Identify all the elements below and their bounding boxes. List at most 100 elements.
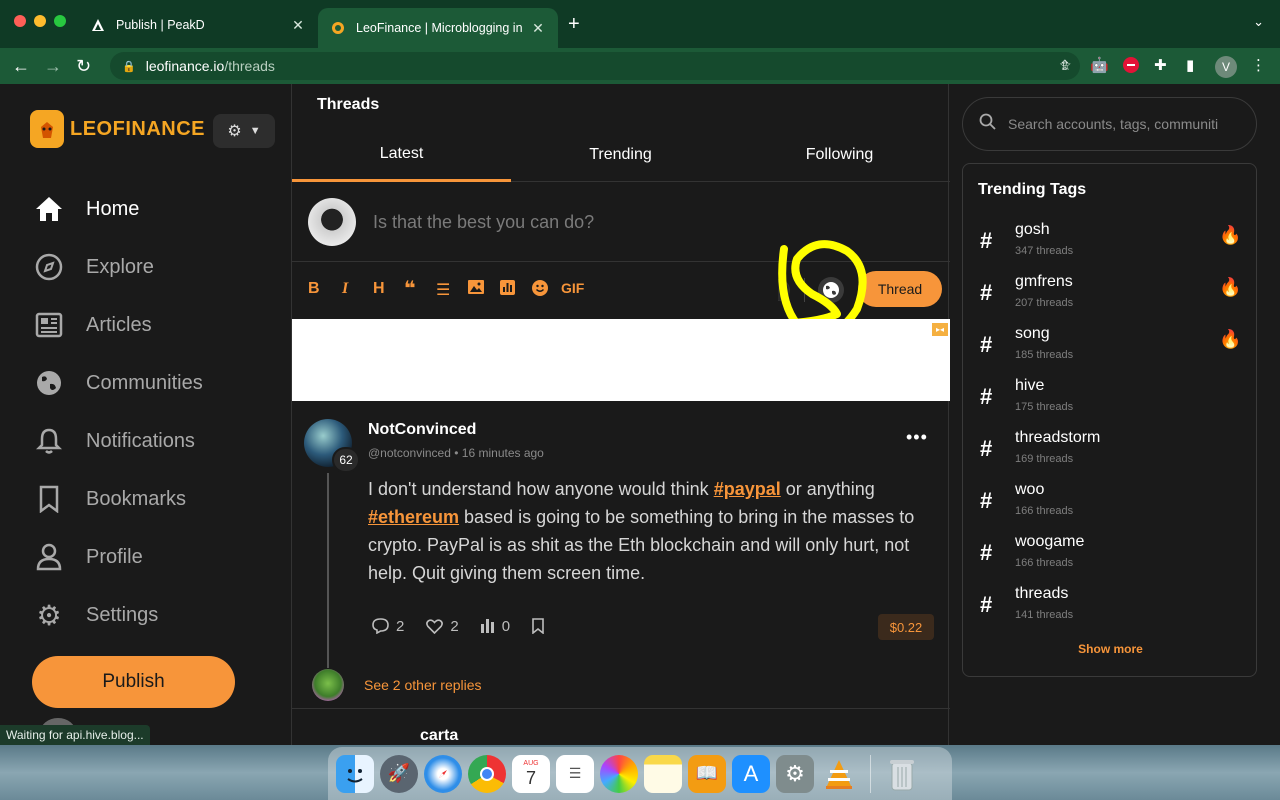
launchpad-icon[interactable]: 🚀 bbox=[380, 754, 418, 793]
tag-count: 141 threads bbox=[1015, 609, 1074, 621]
gif-button[interactable]: GIF bbox=[561, 280, 584, 296]
sidebar-item-bookmarks[interactable]: Bookmarks bbox=[33, 479, 186, 519]
like-button[interactable]: 2 bbox=[426, 618, 459, 635]
payout-badge[interactable]: $0.22 bbox=[878, 614, 934, 640]
calendar-icon[interactable]: AUG 7 bbox=[512, 754, 550, 793]
photos-icon[interactable] bbox=[600, 754, 638, 793]
forward-arrow-icon[interactable]: → bbox=[44, 54, 62, 78]
hashtag-icon: # bbox=[980, 280, 993, 305]
lion-logo-icon bbox=[30, 110, 64, 148]
tag-count: 175 threads bbox=[1015, 401, 1074, 413]
ad-banner[interactable]: ▸◂ bbox=[292, 319, 950, 401]
address-bar[interactable]: 🔒 leofinance.io/threads ⇪ ☆ bbox=[110, 52, 1080, 80]
trending-tag-item[interactable]: # gosh 347 threads 🔥 bbox=[963, 221, 1258, 273]
close-tab-icon[interactable]: ✕ bbox=[290, 17, 306, 34]
sidebar-item-articles[interactable]: Articles bbox=[33, 305, 152, 345]
list-icon[interactable]: ☰ bbox=[436, 280, 450, 300]
trending-tag-item[interactable]: # hive 175 threads bbox=[963, 377, 1258, 429]
sidebar-item-notifications[interactable]: Notifications bbox=[33, 421, 195, 461]
chrome-icon[interactable] bbox=[468, 754, 506, 793]
tab-publish-peakd[interactable]: Publish | PeakD ✕ bbox=[78, 8, 318, 42]
trending-tag-item[interactable]: # threads 141 threads bbox=[963, 585, 1258, 637]
back-arrow-icon[interactable]: ← bbox=[12, 54, 30, 78]
sidebar-item-profile[interactable]: Profile bbox=[33, 537, 143, 577]
safari-icon[interactable] bbox=[424, 754, 462, 793]
tab-leofinance[interactable]: LeoFinance | Microblogging in ✕ bbox=[318, 8, 558, 48]
minimize-window-button[interactable] bbox=[34, 15, 46, 27]
reload-icon[interactable]: ↻ bbox=[76, 54, 91, 78]
tag-name: song bbox=[1015, 325, 1050, 342]
trending-tag-item[interactable]: # song 185 threads 🔥 bbox=[963, 325, 1258, 377]
search-input[interactable]: Search accounts, tags, communiti bbox=[962, 97, 1257, 151]
poll-icon[interactable] bbox=[500, 280, 515, 300]
extension-hive-keychain-icon[interactable] bbox=[1122, 56, 1140, 78]
theme-settings-dropdown[interactable]: ⚙ ▼ bbox=[213, 114, 275, 148]
see-replies-link[interactable]: See 2 other replies bbox=[364, 677, 482, 693]
hashtag-link[interactable]: #paypal bbox=[714, 479, 781, 499]
bookmark-post-button[interactable] bbox=[532, 618, 544, 634]
trending-tag-item[interactable]: # gmfrens 207 threads 🔥 bbox=[963, 273, 1258, 325]
thread-submit-button[interactable]: Thread bbox=[858, 271, 942, 307]
author-name[interactable]: NotConvinced bbox=[368, 421, 476, 439]
sidebar-item-settings[interactable]: ⚙ Settings bbox=[33, 595, 158, 635]
bold-button[interactable]: B bbox=[308, 280, 320, 298]
new-tab-button[interactable]: + bbox=[568, 13, 580, 36]
extensions-puzzle-icon[interactable]: ✚ bbox=[1154, 56, 1167, 74]
tag-name: threads bbox=[1015, 585, 1069, 602]
author-handle[interactable]: @notconvinced bbox=[368, 446, 451, 460]
heart-icon bbox=[426, 618, 444, 634]
logo-text: LEOFINANCE bbox=[70, 117, 205, 140]
trending-tag-item[interactable]: # woogame 166 threads bbox=[963, 533, 1258, 585]
bookmark-icon bbox=[532, 618, 544, 634]
tag-name: gosh bbox=[1015, 221, 1050, 238]
zoom-window-button[interactable] bbox=[54, 15, 66, 27]
tag-name: woo bbox=[1015, 481, 1045, 498]
sidebar-item-label: Articles bbox=[86, 313, 152, 336]
trash-icon[interactable] bbox=[883, 755, 921, 793]
side-panel-icon[interactable]: ▮ bbox=[1186, 56, 1194, 74]
gear-icon: ⚙ bbox=[227, 123, 242, 140]
sidebar-item-home[interactable]: Home bbox=[33, 189, 139, 229]
books-icon[interactable]: 📖 bbox=[688, 754, 726, 793]
vlc-icon[interactable] bbox=[820, 755, 858, 793]
sidebar-item-communities[interactable]: Communities bbox=[33, 363, 203, 403]
show-more-link[interactable]: Show more bbox=[963, 642, 1258, 656]
hashtag-link[interactable]: #ethereum bbox=[368, 507, 459, 527]
trending-tags-card: Trending Tags # gosh 347 threads 🔥 # gmf… bbox=[962, 163, 1257, 677]
reply-avatar[interactable] bbox=[312, 669, 344, 701]
tab-following[interactable]: Following bbox=[730, 128, 949, 182]
leofinance-logo[interactable]: LEOFINANCE bbox=[30, 110, 205, 148]
comment-button[interactable]: 2 bbox=[372, 618, 404, 635]
browser-menu-icon[interactable]: ⋮ bbox=[1251, 56, 1266, 74]
image-icon[interactable] bbox=[468, 280, 484, 299]
system-preferences-icon[interactable]: ⚙ bbox=[776, 754, 814, 793]
more-options-icon[interactable]: ••• bbox=[906, 427, 928, 448]
sidebar-item-explore[interactable]: Explore bbox=[33, 247, 154, 287]
reminders-icon[interactable]: ☰ bbox=[556, 754, 594, 793]
quote-icon[interactable]: ❝ bbox=[404, 276, 416, 301]
post-meta: @notconvinced • 16 minutes ago bbox=[368, 446, 544, 460]
tab-latest[interactable]: Latest bbox=[292, 128, 511, 182]
views-button[interactable]: 0 bbox=[480, 618, 510, 635]
appstore-icon[interactable]: A bbox=[732, 754, 770, 793]
search-icon bbox=[979, 113, 996, 135]
extension-robot-icon[interactable]: 🤖 bbox=[1090, 56, 1109, 74]
profile-avatar[interactable]: V bbox=[1215, 56, 1237, 78]
italic-button[interactable]: I bbox=[342, 280, 348, 298]
close-tab-icon[interactable]: ✕ bbox=[530, 20, 546, 37]
next-post-author[interactable]: carta bbox=[420, 727, 458, 745]
ad-choices-icon[interactable]: ▸◂ bbox=[932, 323, 948, 336]
thread-composer: Is that the best you can do? bbox=[292, 182, 950, 262]
close-window-button[interactable] bbox=[14, 15, 26, 27]
composer-input[interactable]: Is that the best you can do? bbox=[373, 212, 594, 233]
notes-icon[interactable] bbox=[644, 754, 682, 793]
language-globe-icon[interactable] bbox=[818, 277, 844, 303]
finder-icon[interactable] bbox=[336, 754, 374, 793]
tab-trending[interactable]: Trending bbox=[511, 128, 730, 182]
heading-button[interactable]: H bbox=[373, 280, 385, 298]
publish-button[interactable]: Publish bbox=[32, 656, 235, 708]
trending-tag-item[interactable]: # woo 166 threads bbox=[963, 481, 1258, 533]
trending-tag-item[interactable]: # threadstorm 169 threads bbox=[963, 429, 1258, 481]
tab-search-chevron-icon[interactable]: ⌄ bbox=[1253, 14, 1264, 30]
emoji-icon[interactable] bbox=[532, 280, 548, 301]
